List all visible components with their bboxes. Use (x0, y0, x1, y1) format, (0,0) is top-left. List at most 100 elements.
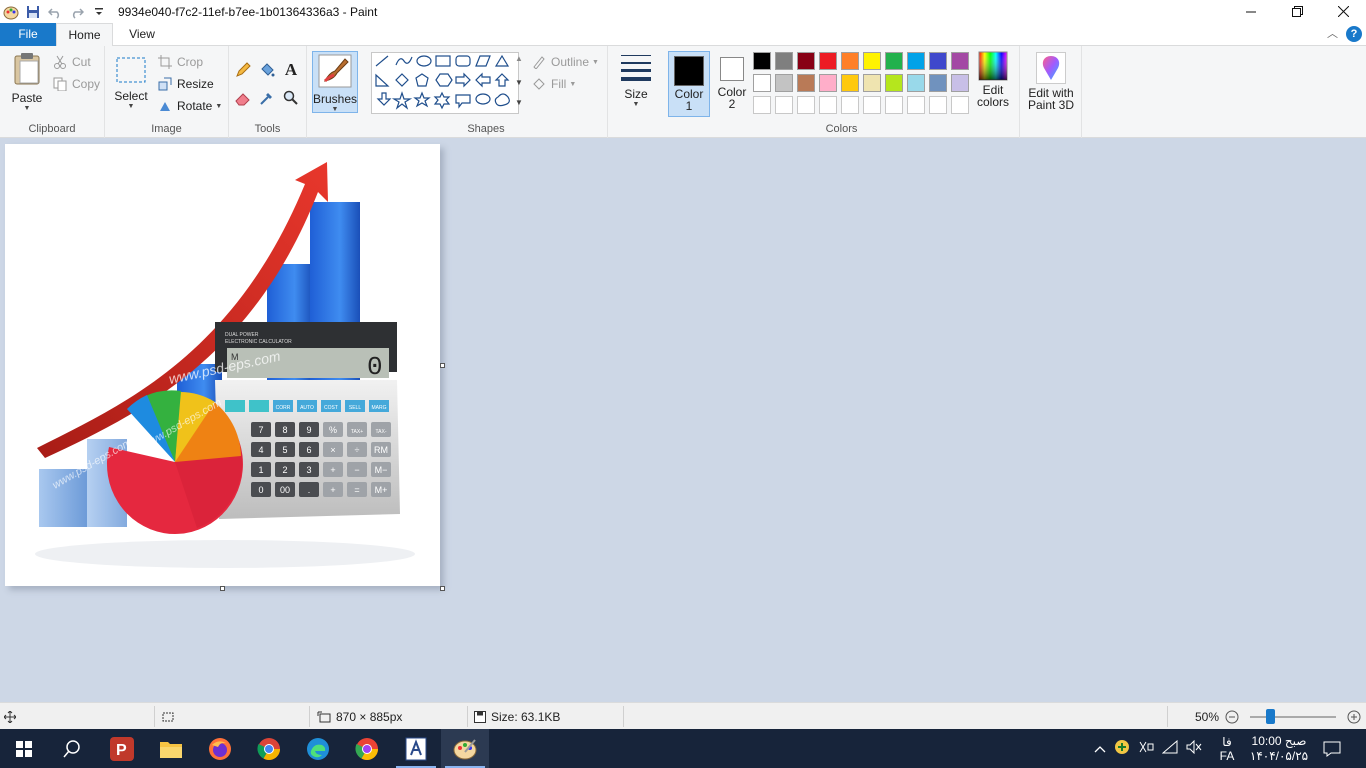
taskbar-file-explorer[interactable] (147, 729, 195, 768)
fill-tool[interactable] (259, 62, 279, 78)
shapes-scroll-up-icon[interactable]: ▲ (515, 54, 523, 63)
palette-custom-slot-10[interactable] (951, 96, 969, 114)
palette-custom-slot-8[interactable] (907, 96, 925, 114)
color-picker-tool[interactable] (259, 90, 279, 106)
cut-button[interactable]: Cut (52, 54, 91, 70)
save-icon[interactable] (24, 3, 42, 21)
taskbar-paint[interactable] (441, 729, 489, 768)
tools-group: A Tools (229, 46, 307, 138)
svg-text:=: = (354, 485, 359, 495)
select-button[interactable]: Select ▼ (113, 54, 149, 110)
zoom-out-button[interactable] (1225, 703, 1239, 730)
canvas-workspace[interactable]: DUAL POWER ELECTRONIC CALCULATOR M 0 COR… (0, 138, 1366, 702)
wifi-icon[interactable] (1161, 739, 1178, 757)
resize-handle-right[interactable] (440, 363, 445, 368)
palette-custom-slot-2[interactable] (775, 96, 793, 114)
security-icon[interactable] (1114, 739, 1130, 758)
text-tool[interactable]: A (283, 60, 303, 79)
zoom-in-button[interactable] (1347, 703, 1361, 730)
close-button[interactable] (1320, 0, 1366, 23)
palette-color-2-7[interactable] (885, 74, 903, 92)
shapes-more-icon[interactable]: ▼ (515, 98, 523, 107)
start-button[interactable] (0, 729, 48, 768)
copy-button[interactable]: Copy (52, 76, 100, 92)
edit-with-paint3d-button[interactable]: Edit with Paint 3D (1022, 52, 1080, 111)
edit-colors-button[interactable]: Edit colors (972, 51, 1014, 108)
resize-button[interactable]: Resize (157, 76, 214, 92)
notifications-button[interactable] (1323, 729, 1341, 768)
crop-button[interactable]: Crop (157, 54, 203, 70)
palette-color-2-10[interactable] (951, 74, 969, 92)
minimize-button[interactable] (1228, 0, 1274, 23)
zoom-slider-thumb[interactable] (1266, 709, 1275, 724)
palette-color-2-9[interactable] (929, 74, 947, 92)
palette-color-2-6[interactable] (863, 74, 881, 92)
palette-color-1-7[interactable] (885, 52, 903, 70)
palette-custom-slot-6[interactable] (863, 96, 881, 114)
palette-custom-slot-5[interactable] (841, 96, 859, 114)
palette-color-2-3[interactable] (797, 74, 815, 92)
outline-button[interactable]: Outline ▼ (531, 54, 599, 70)
palette-color-1-5[interactable] (841, 52, 859, 70)
palette-custom-slot-7[interactable] (885, 96, 903, 114)
keyboard-icon[interactable] (1138, 740, 1154, 757)
palette-color-2-2[interactable] (775, 74, 793, 92)
tab-home[interactable]: Home (56, 23, 113, 47)
volume-muted-icon[interactable] (1186, 739, 1202, 757)
paint-app-icon[interactable] (2, 3, 20, 21)
clock[interactable]: صبح 10:00 ۱۴۰۴/۰۵/۲۵ (1248, 729, 1310, 768)
palette-color-1-10[interactable] (951, 52, 969, 70)
color1-button[interactable]: Color 1 (668, 51, 710, 117)
resize-handle-corner[interactable] (440, 586, 445, 591)
tab-view[interactable]: View (113, 23, 171, 46)
drawing-canvas[interactable]: DUAL POWER ELECTRONIC CALCULATOR M 0 COR… (5, 144, 440, 586)
shapes-scroll-down-icon[interactable]: ▼ (515, 78, 523, 87)
taskbar-app-document[interactable] (392, 729, 440, 768)
brushes-dropdown-icon: ▼ (331, 106, 339, 113)
palette-color-2-5[interactable] (841, 74, 859, 92)
collapse-ribbon-icon[interactable]: ︿ (1327, 25, 1338, 41)
customize-toolbar-icon[interactable] (90, 3, 108, 21)
svg-text:P: P (116, 742, 127, 759)
shapes-gallery[interactable] (371, 52, 519, 114)
palette-color-1-1[interactable] (753, 52, 771, 70)
palette-color-2-4[interactable] (819, 74, 837, 92)
select-label: Select (114, 89, 148, 103)
rotate-button[interactable]: Rotate ▼ (157, 98, 222, 114)
palette-color-1-6[interactable] (863, 52, 881, 70)
paste-button[interactable]: Paste ▼ (6, 52, 48, 112)
show-hidden-icons[interactable] (1094, 742, 1106, 756)
undo-icon[interactable] (46, 3, 64, 21)
taskbar-chrome[interactable] (245, 729, 293, 768)
taskbar-firefox[interactable] (196, 729, 244, 768)
redo-icon[interactable] (68, 3, 86, 21)
palette-color-1-9[interactable] (929, 52, 947, 70)
zoom-slider-track[interactable] (1250, 716, 1336, 718)
tab-file[interactable]: File (0, 23, 56, 46)
size-button[interactable]: Size ▼ (614, 52, 658, 108)
palette-color-2-8[interactable] (907, 74, 925, 92)
help-icon[interactable]: ? (1346, 26, 1362, 42)
palette-color-1-3[interactable] (797, 52, 815, 70)
palette-custom-slot-1[interactable] (753, 96, 771, 114)
search-button[interactable] (48, 729, 96, 768)
palette-custom-slot-9[interactable] (929, 96, 947, 114)
palette-custom-slot-4[interactable] (819, 96, 837, 114)
fill-button[interactable]: Fill ▼ (531, 76, 576, 92)
restore-button[interactable] (1274, 0, 1320, 23)
palette-color-1-8[interactable] (907, 52, 925, 70)
taskbar-edge[interactable] (294, 729, 342, 768)
taskbar-chrome-2[interactable] (343, 729, 391, 768)
eraser-tool[interactable] (235, 90, 255, 106)
color2-button[interactable]: Color 2 (712, 51, 752, 117)
language-indicator[interactable]: فا FA (1217, 729, 1237, 768)
magnifier-tool[interactable] (283, 90, 303, 106)
brushes-button[interactable]: Brushes ▼ (312, 51, 358, 113)
palette-color-1-2[interactable] (775, 52, 793, 70)
pencil-tool[interactable] (235, 62, 255, 78)
palette-color-2-1[interactable] (753, 74, 771, 92)
palette-color-1-4[interactable] (819, 52, 837, 70)
palette-custom-slot-3[interactable] (797, 96, 815, 114)
taskbar-app-p[interactable]: P (98, 729, 146, 768)
resize-handle-bottom[interactable] (220, 586, 225, 591)
